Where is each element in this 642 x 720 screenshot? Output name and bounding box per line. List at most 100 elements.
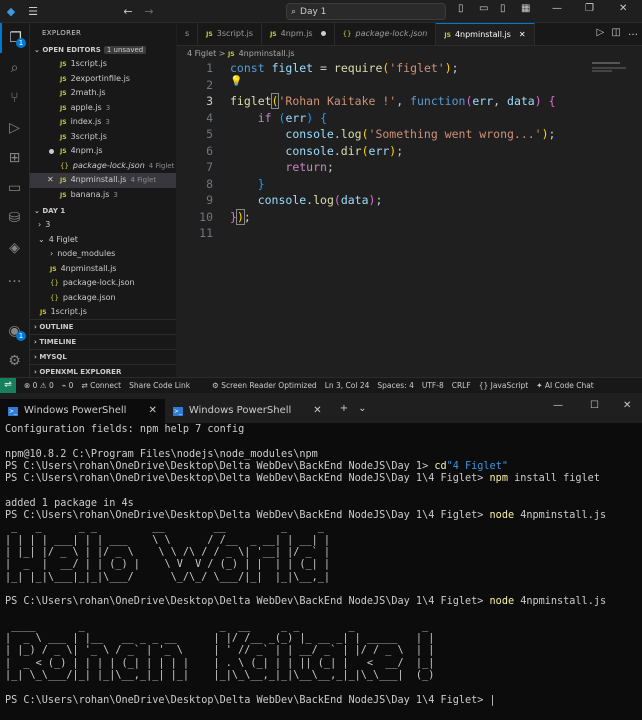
token: if [257, 110, 272, 125]
ai-code-chat-button[interactable]: ✦ AI Code Chat [536, 381, 594, 390]
open-editor-item[interactable]: {} package-lock.json 4 Figlet [30, 159, 176, 174]
tab-dropdown-icon[interactable]: ⌄ [358, 403, 366, 414]
minimap[interactable] [592, 61, 632, 73]
remote-explorer-icon[interactable]: ▭ [0, 173, 29, 203]
sidebar-section-1[interactable]: › TIMELINE [30, 334, 176, 349]
close-tab-icon[interactable]: ✕ [313, 399, 321, 423]
split-editor-icon[interactable]: ◫ [611, 27, 620, 38]
problems-indicator[interactable]: ⊗ 0 ⚠ 0 [24, 381, 54, 390]
ports-indicator[interactable]: ⌁ 0 [62, 381, 74, 390]
tree-item[interactable]: {} package-lock.json [30, 276, 176, 291]
open-editor-item[interactable]: JS 4npm.js [30, 144, 176, 159]
run-icon[interactable]: ▷ [596, 27, 604, 38]
sidebar-section-2[interactable]: › MYSQL [30, 349, 176, 364]
tree-item[interactable]: JS 4npminstall.js [30, 262, 176, 277]
more-icon[interactable]: … [0, 263, 29, 293]
open-editor-item[interactable]: JS 2math.js [30, 86, 176, 101]
open-editor-item[interactable]: JS index.js 3 [30, 115, 176, 130]
editor-tab[interactable]: JS 4npm.js [262, 23, 335, 45]
breadcrumb-folder[interactable]: 4 Figlet [187, 49, 216, 58]
file-name: apple.js [70, 102, 102, 112]
close-tab-icon[interactable]: ✕ [519, 30, 526, 39]
open-editor-item[interactable]: JS apple.js 3 [30, 101, 176, 116]
sidebar-section-0[interactable]: › OUTLINE [30, 319, 176, 334]
open-editors-header[interactable]: ⌄ OPEN EDITORS 1 unsaved [30, 43, 176, 57]
file-folder-hint: 4 Figlet [130, 176, 157, 184]
editor-tab[interactable]: s [177, 23, 199, 45]
lightbulb-icon[interactable]: 💡 [230, 76, 242, 87]
close-tab-icon[interactable]: ✕ [148, 399, 156, 423]
connect-button[interactable]: ⇄ Connect [81, 381, 121, 390]
js-file-icon: JS [60, 90, 67, 97]
tree-item[interactable]: › 3 [30, 218, 176, 233]
code-line-6: console.dir(err); [285, 143, 404, 158]
open-editor-item[interactable]: JS 1script.js [30, 57, 176, 72]
cursor-position[interactable]: Ln 3, Col 24 [325, 381, 370, 390]
terminal-tab-2[interactable]: >_ Windows PowerShell ✕ [165, 399, 330, 423]
end-of-line[interactable]: CRLF [452, 381, 471, 390]
accounts-icon[interactable]: ◉ 1 [0, 316, 29, 346]
restore-icon[interactable]: ❐ [585, 3, 594, 14]
terminal-line: |_| |_|\___|_|_|\___/ \_/\_/ \___/|_| |_… [5, 572, 606, 584]
terminal-tab-1[interactable]: >_ Windows PowerShell ✕ [0, 399, 165, 423]
token: data [340, 193, 369, 207]
open-editor-item[interactable]: JS 2exportinfile.js [30, 72, 176, 87]
terminal-line: PS C:\Users\rohan\OneDrive\Desktop\Delta… [5, 461, 606, 473]
language-mode[interactable]: {} JavaScript [479, 381, 529, 390]
new-tab-icon[interactable]: + [340, 403, 348, 414]
token: figlet [271, 61, 314, 75]
open-editor-item[interactable]: ✕ JS 4npminstall.js 4 Figlet [30, 173, 176, 188]
toggle-sidebar-icon[interactable]: ▯ [458, 3, 464, 14]
tree-item[interactable]: › node_modules [30, 247, 176, 262]
tree-item[interactable]: {} package.json [30, 291, 176, 306]
forward-arrow-icon[interactable]: → [138, 5, 160, 18]
title-bar: ◆ ☰ ← → ⌕ Day 1 ▯ ▭ ▯ ▦ — ❐ ✕ [0, 0, 642, 23]
search-icon[interactable]: ⌕ [0, 53, 29, 83]
share-code-link-button[interactable]: Share Code Link [129, 381, 190, 390]
tree-item[interactable]: JS 1script.js [30, 305, 176, 320]
run-debug-icon[interactable]: ▷ [0, 113, 29, 143]
editor-tab[interactable]: JS 4npminstall.js ✕ [436, 23, 535, 45]
line-number: 9 [206, 193, 213, 207]
close-icon[interactable]: ✕ [623, 400, 631, 411]
indentation[interactable]: Spaces: 4 [377, 381, 413, 390]
open-editor-item[interactable]: JS banana.js 3 [30, 188, 176, 203]
screen-reader-label: Screen Reader Optimized [221, 381, 317, 390]
close-icon[interactable]: ✕ [619, 3, 627, 14]
tree-item[interactable]: ⌄ 4 Figlet [30, 233, 176, 248]
settings-gear-icon[interactable]: ⚙ [0, 346, 29, 376]
database-icon[interactable]: ⛁ [0, 203, 29, 233]
extensions-icon[interactable]: ⊞ [0, 143, 29, 173]
layers-icon[interactable]: ◈ [0, 233, 29, 263]
more-actions-icon[interactable]: … [628, 27, 638, 38]
open-editor-item[interactable]: JS 3script.js [30, 130, 176, 145]
remote-indicator-icon[interactable]: ⇌ [0, 378, 16, 393]
toggle-secondary-sidebar-icon[interactable]: ▯ [500, 3, 506, 14]
menu-icon[interactable]: ☰ [22, 5, 44, 18]
toggle-panel-icon[interactable]: ▭ [479, 3, 488, 14]
screen-reader-status[interactable]: ⚙ Screen Reader Optimized [212, 381, 317, 390]
file-name: index.js [70, 117, 102, 126]
day1-folder-header[interactable]: ⌄ DAY 1 [30, 204, 176, 218]
command-center-label: Day 1 [300, 6, 327, 17]
token: log [340, 127, 362, 141]
editor-tab[interactable]: JS 3script.js [198, 23, 263, 45]
section-label: OUTLINE [39, 323, 74, 331]
terminal-output[interactable]: Configuration fields: npm help 7 config n… [5, 424, 606, 707]
encoding[interactable]: UTF-8 [422, 381, 444, 390]
source-control-icon[interactable]: ⑂ [0, 83, 29, 113]
explorer-icon[interactable]: ❐ 1 [0, 23, 29, 53]
back-arrow-icon[interactable]: ← [117, 5, 139, 18]
terminal-tab-label: Windows PowerShell [188, 405, 292, 416]
command-center-search[interactable]: ⌕ Day 1 [286, 3, 446, 20]
breadcrumb-file[interactable]: 4npminstall.js [239, 49, 295, 58]
maximize-icon[interactable]: ☐ [590, 400, 599, 411]
sidebar-section-3[interactable]: › OPENXML EXPLORER [30, 364, 176, 377]
code-line-5: console.log('Something went wrong...'); [285, 127, 556, 141]
editor-tab[interactable]: {} package-lock.json [335, 23, 437, 45]
line-number: 3 [206, 94, 213, 108]
minimize-icon[interactable]: — [553, 400, 563, 411]
layout-icon[interactable]: ▦ [521, 3, 530, 14]
minimize-icon[interactable]: — [552, 3, 562, 14]
close-editor-icon[interactable]: ✕ [47, 173, 54, 188]
